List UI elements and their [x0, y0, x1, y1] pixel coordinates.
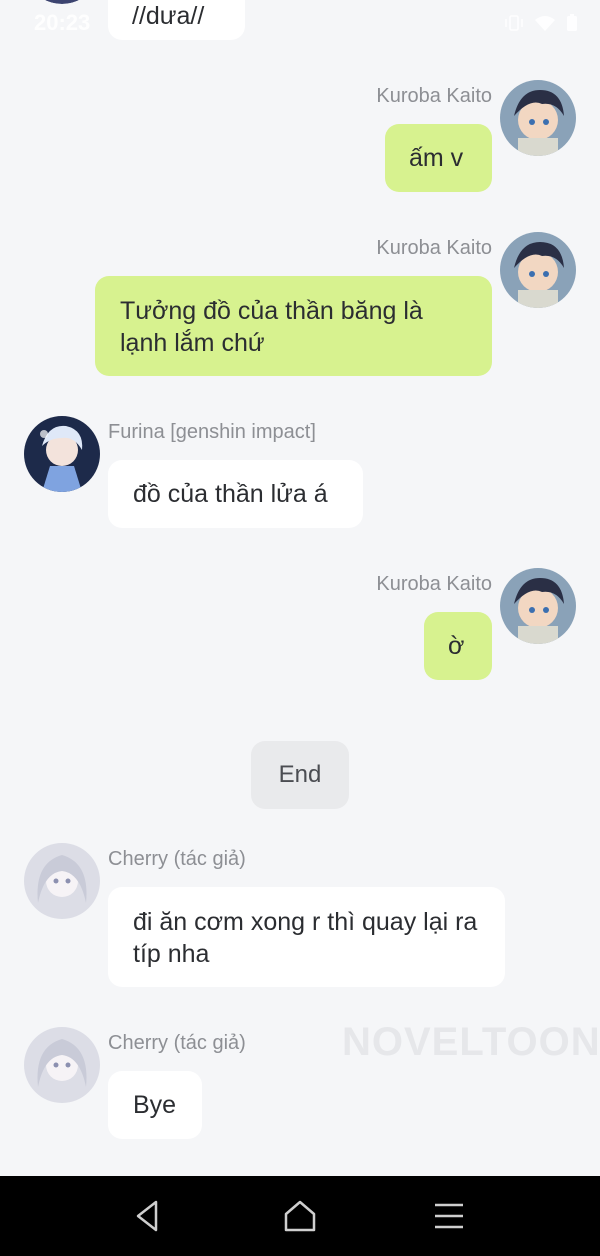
message-text: ờ [448, 632, 465, 660]
avatar[interactable] [24, 1027, 100, 1103]
message-bubble[interactable]: Bye [108, 1071, 202, 1139]
message-text: Tưởng đồ của thần băng là lạnh lắm chứ [120, 297, 423, 357]
vibrate-icon [504, 14, 524, 37]
sender-name: Kuroba Kaito [376, 237, 492, 259]
message-bubble[interactable]: đi ăn cơm xong r thì quay lại ra típ nha [108, 887, 505, 987]
avatar[interactable] [500, 80, 576, 156]
sender-name: Cherry (tác giả) [108, 848, 246, 870]
battery-icon [566, 14, 578, 37]
avatar[interactable] [24, 843, 100, 919]
sender-name: Kuroba Kaito [376, 85, 492, 107]
message-text: đồ của thần lửa á [133, 480, 328, 508]
message-bubble[interactable]: Tưởng đồ của thần băng là lạnh lắm chứ [95, 276, 492, 376]
message-bubble[interactable]: //dưa// [108, 0, 245, 40]
sender-name: Cherry (tác giả) [108, 1032, 246, 1054]
navigation-bar [0, 1176, 600, 1256]
sender-name: Kuroba Kaito [376, 573, 492, 595]
message-text: //dưa// [132, 2, 205, 30]
message-bubble[interactable]: ấm v [385, 124, 492, 192]
message-text: ấm v [409, 144, 464, 172]
avatar[interactable] [24, 416, 100, 492]
sender-name: Furina [genshin impact] [108, 421, 316, 443]
home-icon[interactable] [278, 1194, 322, 1238]
avatar[interactable] [500, 568, 576, 644]
message-text: đi ăn cơm xong r thì quay lại ra típ nha [133, 908, 478, 968]
back-icon[interactable] [126, 1194, 170, 1238]
avatar[interactable] [500, 232, 576, 308]
status-time: 20:23 [34, 10, 91, 35]
message-bubble[interactable]: ờ [424, 612, 492, 680]
message-bubble[interactable]: đồ của thần lửa á [108, 460, 363, 528]
message-text: Bye [133, 1091, 177, 1119]
end-marker: End [251, 741, 349, 809]
status-icons [504, 14, 578, 37]
avatar[interactable] [24, 0, 100, 4]
menu-icon[interactable] [427, 1194, 471, 1238]
watermark-logo: NOVELTOON [342, 1020, 600, 1064]
wifi-icon [534, 14, 556, 37]
